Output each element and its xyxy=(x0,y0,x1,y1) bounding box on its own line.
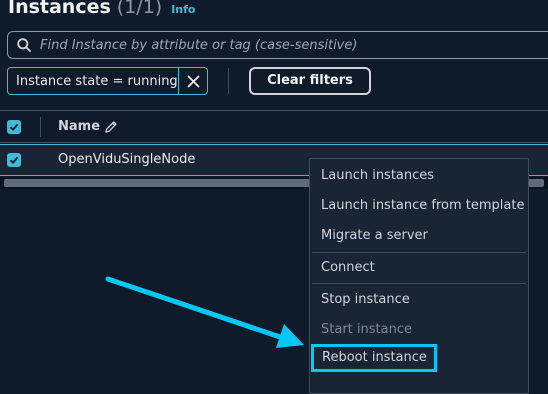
page-title: Instances xyxy=(8,0,111,18)
menu-item-reboot-instance[interactable]: Reboot instance xyxy=(311,344,437,372)
page-header: Instances (1/1) Info xyxy=(8,0,195,20)
column-header-name[interactable]: Name xyxy=(58,119,118,134)
search-input[interactable]: Find Instance by attribute or tag (case-… xyxy=(7,31,548,59)
close-icon[interactable] xyxy=(179,75,207,88)
filter-token-label: Instance state = running xyxy=(16,73,178,89)
search-placeholder: Find Instance by attribute or tag (case-… xyxy=(40,37,358,53)
clear-filters-button[interactable]: Clear filters xyxy=(249,67,371,95)
menu-item-launch-from-template[interactable]: Launch instance from template xyxy=(310,192,528,220)
menu-item-launch-instances[interactable]: Launch instances xyxy=(310,162,528,190)
column-header-label: Name xyxy=(58,119,101,134)
checkmark-icon xyxy=(9,156,19,164)
menu-item-stop-instance[interactable]: Stop instance xyxy=(310,286,528,314)
toolbar-divider xyxy=(228,68,229,94)
instance-name-cell[interactable]: OpenViduSingleNode xyxy=(58,152,195,167)
column-divider xyxy=(40,117,41,137)
menu-item-start-instance: Start instance xyxy=(321,322,412,337)
pencil-icon[interactable] xyxy=(104,120,118,134)
select-all-checkbox[interactable] xyxy=(7,120,21,134)
row-checkbox[interactable] xyxy=(7,153,21,167)
search-icon xyxy=(17,38,31,52)
filter-token[interactable]: Instance state = running xyxy=(7,67,208,95)
menu-item-migrate-server[interactable]: Migrate a server xyxy=(310,222,528,250)
menu-item-connect[interactable]: Connect xyxy=(310,254,528,282)
menu-divider xyxy=(312,252,526,253)
menu-divider xyxy=(312,283,526,284)
table-header: Name xyxy=(0,110,548,143)
instance-count: (1/1) xyxy=(116,0,163,18)
checkmark-icon xyxy=(9,123,19,131)
instance-actions-menu: Launch instances Launch instance from te… xyxy=(309,158,529,394)
info-link[interactable]: Info xyxy=(171,3,195,16)
